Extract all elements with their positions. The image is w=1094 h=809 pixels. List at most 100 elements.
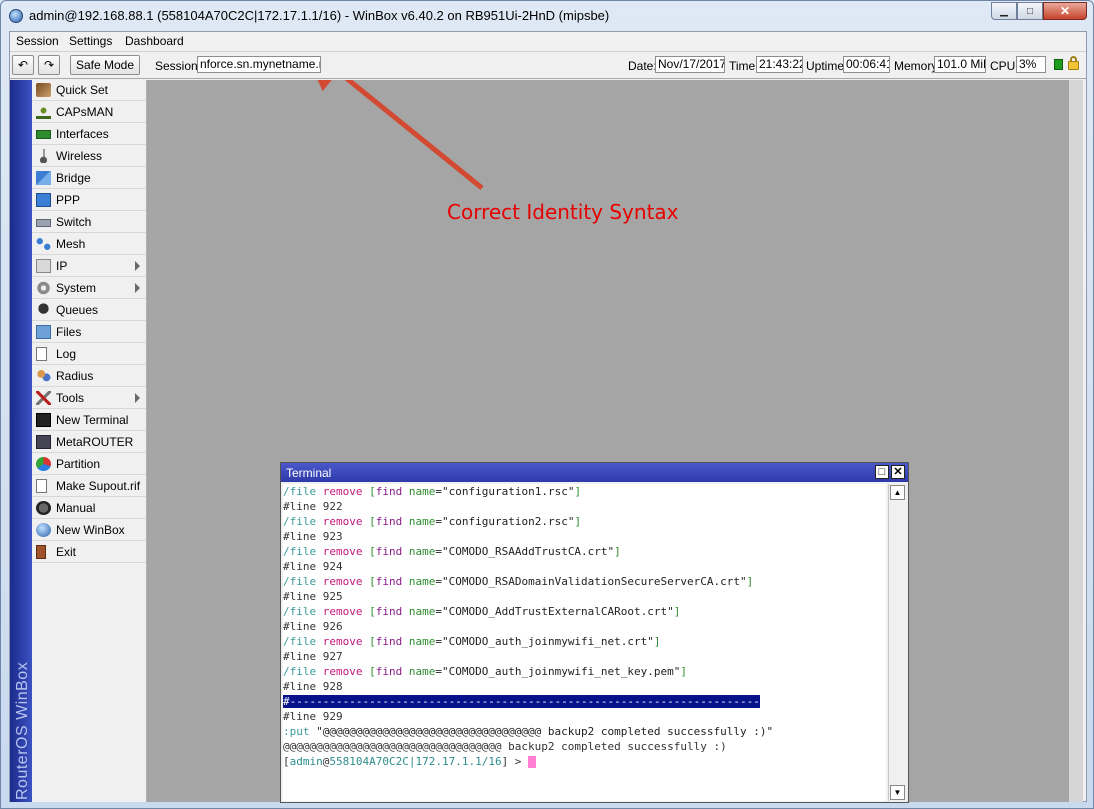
sidebar-item-switch[interactable]: Switch <box>32 212 146 233</box>
cmd-value: "COMODO_RSAAddTrustCA.crt" <box>441 545 615 558</box>
sidebar-item-label: Interfaces <box>56 127 109 141</box>
sidebar-item-mesh[interactable]: Mesh <box>32 234 146 255</box>
sidebar-item-capsman[interactable]: CAPsMAN <box>32 102 146 123</box>
sidebar-item-label: New WinBox <box>56 523 125 537</box>
cmd-value: "COMODO_auth_joinmywifi_net.crt" <box>441 635 654 648</box>
session-field[interactable]: nforce.sn.mynetname.net <box>197 56 321 73</box>
session-label: Session: <box>155 59 202 73</box>
cmd-key: name <box>408 665 436 678</box>
cmd-value: "COMODO_auth_joinmywifi_net_key.pem" <box>441 665 681 678</box>
cmd-path: /file <box>283 545 317 558</box>
supout-icon <box>36 479 47 493</box>
terminal-window: Terminal □ ✕ /file remove [find name="co… <box>280 462 909 803</box>
bridge-icon <box>36 171 51 185</box>
terminal-line: /file remove [find name="COMODO_AddTrust… <box>283 605 681 618</box>
cmd-value: "configuration1.rsc" <box>441 485 575 498</box>
prompt-user: admin <box>289 755 323 768</box>
queues-icon <box>36 303 51 317</box>
submenu-arrow-icon <box>135 393 140 403</box>
mesh-icon <box>36 237 51 251</box>
cmd-find: find <box>375 605 403 618</box>
lock-icon[interactable] <box>1068 56 1079 70</box>
terminal-title-bar[interactable]: Terminal □ ✕ <box>281 463 908 482</box>
annotation-label: Correct Identity Syntax <box>447 200 679 224</box>
terminal-output[interactable]: /file remove [find name="configuration1.… <box>283 484 886 801</box>
sidebar-item-interfaces[interactable]: Interfaces <box>32 124 146 145</box>
sidebar-item-queues[interactable]: Queues <box>32 300 146 321</box>
sidebar-item-label: Radius <box>56 369 94 383</box>
capsman-icon <box>36 105 51 119</box>
scroll-up-button[interactable]: ▲ <box>890 485 905 500</box>
sidebar-item-quick-set[interactable]: Quick Set <box>32 80 146 101</box>
sidebar-item-ip[interactable]: IP <box>32 256 146 277</box>
ip-icon <box>36 259 51 273</box>
cmd-find: find <box>375 635 403 648</box>
sidebar-menu: Quick Set CAPsMAN Interfaces Wireless Bridge… <box>32 80 147 802</box>
sidebar-item-label: System <box>56 281 97 295</box>
title-bar[interactable]: admin@192.168.88.1 (558104A70C2C|172.17.… <box>1 1 1093 31</box>
terminal-line: /file remove [find name="configuration1.… <box>283 485 582 498</box>
sidebar-item-exit[interactable]: Exit <box>32 542 146 563</box>
cmd-verb: remove <box>316 635 363 648</box>
radius-icon <box>36 369 51 383</box>
sidebar-item-manual[interactable]: Manual <box>32 498 146 519</box>
menu-session[interactable]: Session <box>16 34 59 48</box>
minimize-button[interactable]: ▁ <box>991 2 1017 20</box>
cmd-key: name <box>408 605 436 618</box>
redo-button[interactable]: ↷ <box>38 55 60 75</box>
sidebar-item-make-supout-rif[interactable]: Make Supout.rif <box>32 476 146 497</box>
cmd-path: /file <box>283 605 317 618</box>
sidebar-item-files[interactable]: Files <box>32 322 146 343</box>
prompt-host: 558104A70C2C|172.17.1.1/16 <box>329 755 502 768</box>
maximize-button[interactable]: □ <box>1017 2 1043 20</box>
sidebar-item-new-terminal[interactable]: New Terminal <box>32 410 146 431</box>
date-field: Nov/17/2017 <box>655 56 725 73</box>
undo-button[interactable]: ↶ <box>12 55 34 75</box>
tools-icon <box>36 391 51 405</box>
sidebar-item-metarouter[interactable]: MetaROUTER <box>32 432 146 453</box>
terminal-line: #line 928 <box>283 679 343 694</box>
metarouter-icon <box>36 435 51 449</box>
sidebar-item-system[interactable]: System <box>32 278 146 299</box>
sidebar-item-log[interactable]: Log <box>32 344 146 365</box>
sidebar-item-tools[interactable]: Tools <box>32 388 146 409</box>
cmd-verb: remove <box>316 545 363 558</box>
output-text: #line 926 <box>283 620 343 633</box>
sidebar-item-partition[interactable]: Partition <box>32 454 146 475</box>
sidebar-item-radius[interactable]: Radius <box>32 366 146 387</box>
submenu-arrow-icon <box>135 283 140 293</box>
redo-icon: ↷ <box>43 58 55 72</box>
menu-settings[interactable]: Settings <box>69 34 112 48</box>
sidebar-item-ppp[interactable]: PPP <box>32 190 146 211</box>
sidebar-item-label: Mesh <box>56 237 86 251</box>
terminal-restore-button[interactable]: □ <box>875 465 889 479</box>
sidebar-item-bridge[interactable]: Bridge <box>32 168 146 189</box>
winbox-app-icon <box>9 9 23 23</box>
sidebar-item-label: Quick Set <box>56 83 109 97</box>
menu-bar: Session Settings Dashboard <box>10 32 1086 52</box>
cmd-path: /file <box>283 635 317 648</box>
terminal-scrollbar[interactable]: ▲ ▼ <box>888 484 906 801</box>
sidebar-item-wireless[interactable]: Wireless <box>32 146 146 167</box>
scroll-down-button[interactable]: ▼ <box>890 785 905 800</box>
menu-dashboard[interactable]: Dashboard <box>125 34 184 48</box>
sidebar-item-label: Make Supout.rif <box>56 479 141 493</box>
terminal-cursor <box>528 756 537 768</box>
memory-field: 101.0 MiB <box>934 56 986 73</box>
sidebar-item-new-winbox[interactable]: New WinBox <box>32 520 146 541</box>
sidebar-item-label: Tools <box>56 391 85 405</box>
close-button[interactable]: ✕ <box>1043 2 1087 20</box>
time-field: 21:43:22 <box>756 56 803 73</box>
cmd-value: "COMODO_AddTrustExternalCARoot.crt" <box>441 605 674 618</box>
sidebar-item-label: Files <box>56 325 82 339</box>
cmd-verb: remove <box>316 665 363 678</box>
cmd-value: "configuration2.rsc" <box>441 515 575 528</box>
cmd-find: find <box>375 575 403 588</box>
output-text: #line 922 <box>283 500 343 513</box>
status-indicator-icon <box>1054 59 1063 70</box>
terminal-line: [admin@558104A70C2C|172.17.1.1/16] > <box>283 754 537 769</box>
terminal-close-button[interactable]: ✕ <box>891 465 905 479</box>
brand-text: RouterOS WinBox <box>14 661 31 800</box>
sidebar-item-label: MetaROUTER <box>56 435 134 449</box>
safe-mode-button[interactable]: Safe Mode <box>70 55 140 75</box>
